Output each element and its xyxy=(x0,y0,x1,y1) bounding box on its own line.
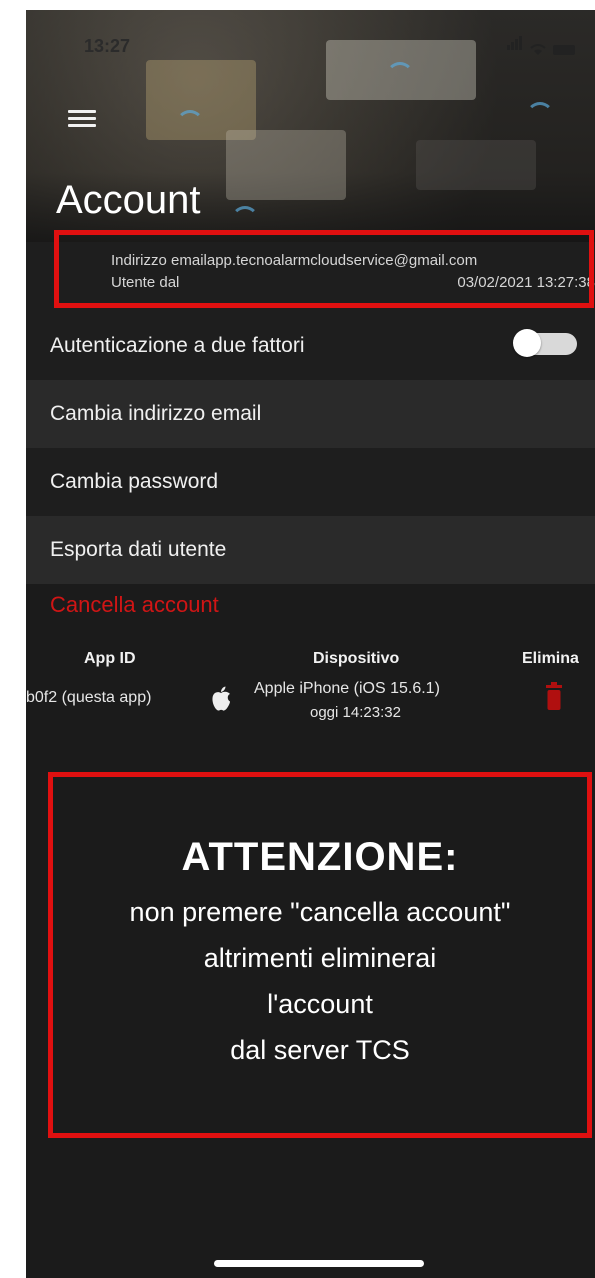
home-indicator[interactable] xyxy=(214,1260,424,1267)
settings-item-export-data[interactable]: Esporta dati utente xyxy=(26,516,595,584)
column-header-app-id: App ID xyxy=(84,650,136,667)
signal-icon xyxy=(507,36,523,55)
hamburger-menu-icon[interactable] xyxy=(68,110,96,132)
settings-item-two-factor[interactable]: Autenticazione a due fattori xyxy=(26,312,595,380)
settings-item-change-email[interactable]: Cambia indirizzo email xyxy=(26,380,595,448)
battery-icon xyxy=(553,45,575,55)
status-time: 13:27 xyxy=(84,36,131,56)
settings-item-label: Cambia indirizzo email xyxy=(50,402,262,425)
phone-screen: 13:27 Account Indirizzo emailapp.tecnoal… xyxy=(26,10,595,1278)
column-header-device: Dispositivo xyxy=(313,650,400,667)
trash-icon[interactable] xyxy=(544,682,564,712)
delete-account-link[interactable]: Cancella account xyxy=(50,592,219,618)
device-last-seen: oggi 14:23:32 xyxy=(310,704,401,721)
highlight-box-account-info xyxy=(54,230,594,308)
device-app-id: b0f2 (questa app) xyxy=(26,689,152,706)
warning-line: non premere "cancella account" xyxy=(129,897,511,927)
warning-title: ATTENZIONE: xyxy=(181,835,459,879)
wifi-icon xyxy=(529,43,547,55)
apple-icon xyxy=(210,686,232,712)
device-name: Apple iPhone (iOS 15.6.1) xyxy=(254,680,440,697)
settings-item-label: Autenticazione a due fattori xyxy=(50,334,305,357)
two-factor-toggle[interactable] xyxy=(513,329,577,357)
settings-item-label: Esporta dati utente xyxy=(50,538,227,561)
settings-item-label: Cambia password xyxy=(50,470,219,493)
warning-line: altrimenti eliminerai xyxy=(203,943,437,973)
warning-line: dal server TCS xyxy=(230,1035,410,1065)
toggle-knob xyxy=(513,329,541,357)
warning-box: ATTENZIONE: non premere "cancella accoun… xyxy=(48,772,592,1138)
settings-item-change-password[interactable]: Cambia password xyxy=(26,448,595,516)
column-header-delete: Elimina xyxy=(522,650,579,667)
page-title: Account xyxy=(56,178,201,222)
status-icons xyxy=(507,36,575,55)
warning-line: l'account xyxy=(267,989,373,1019)
